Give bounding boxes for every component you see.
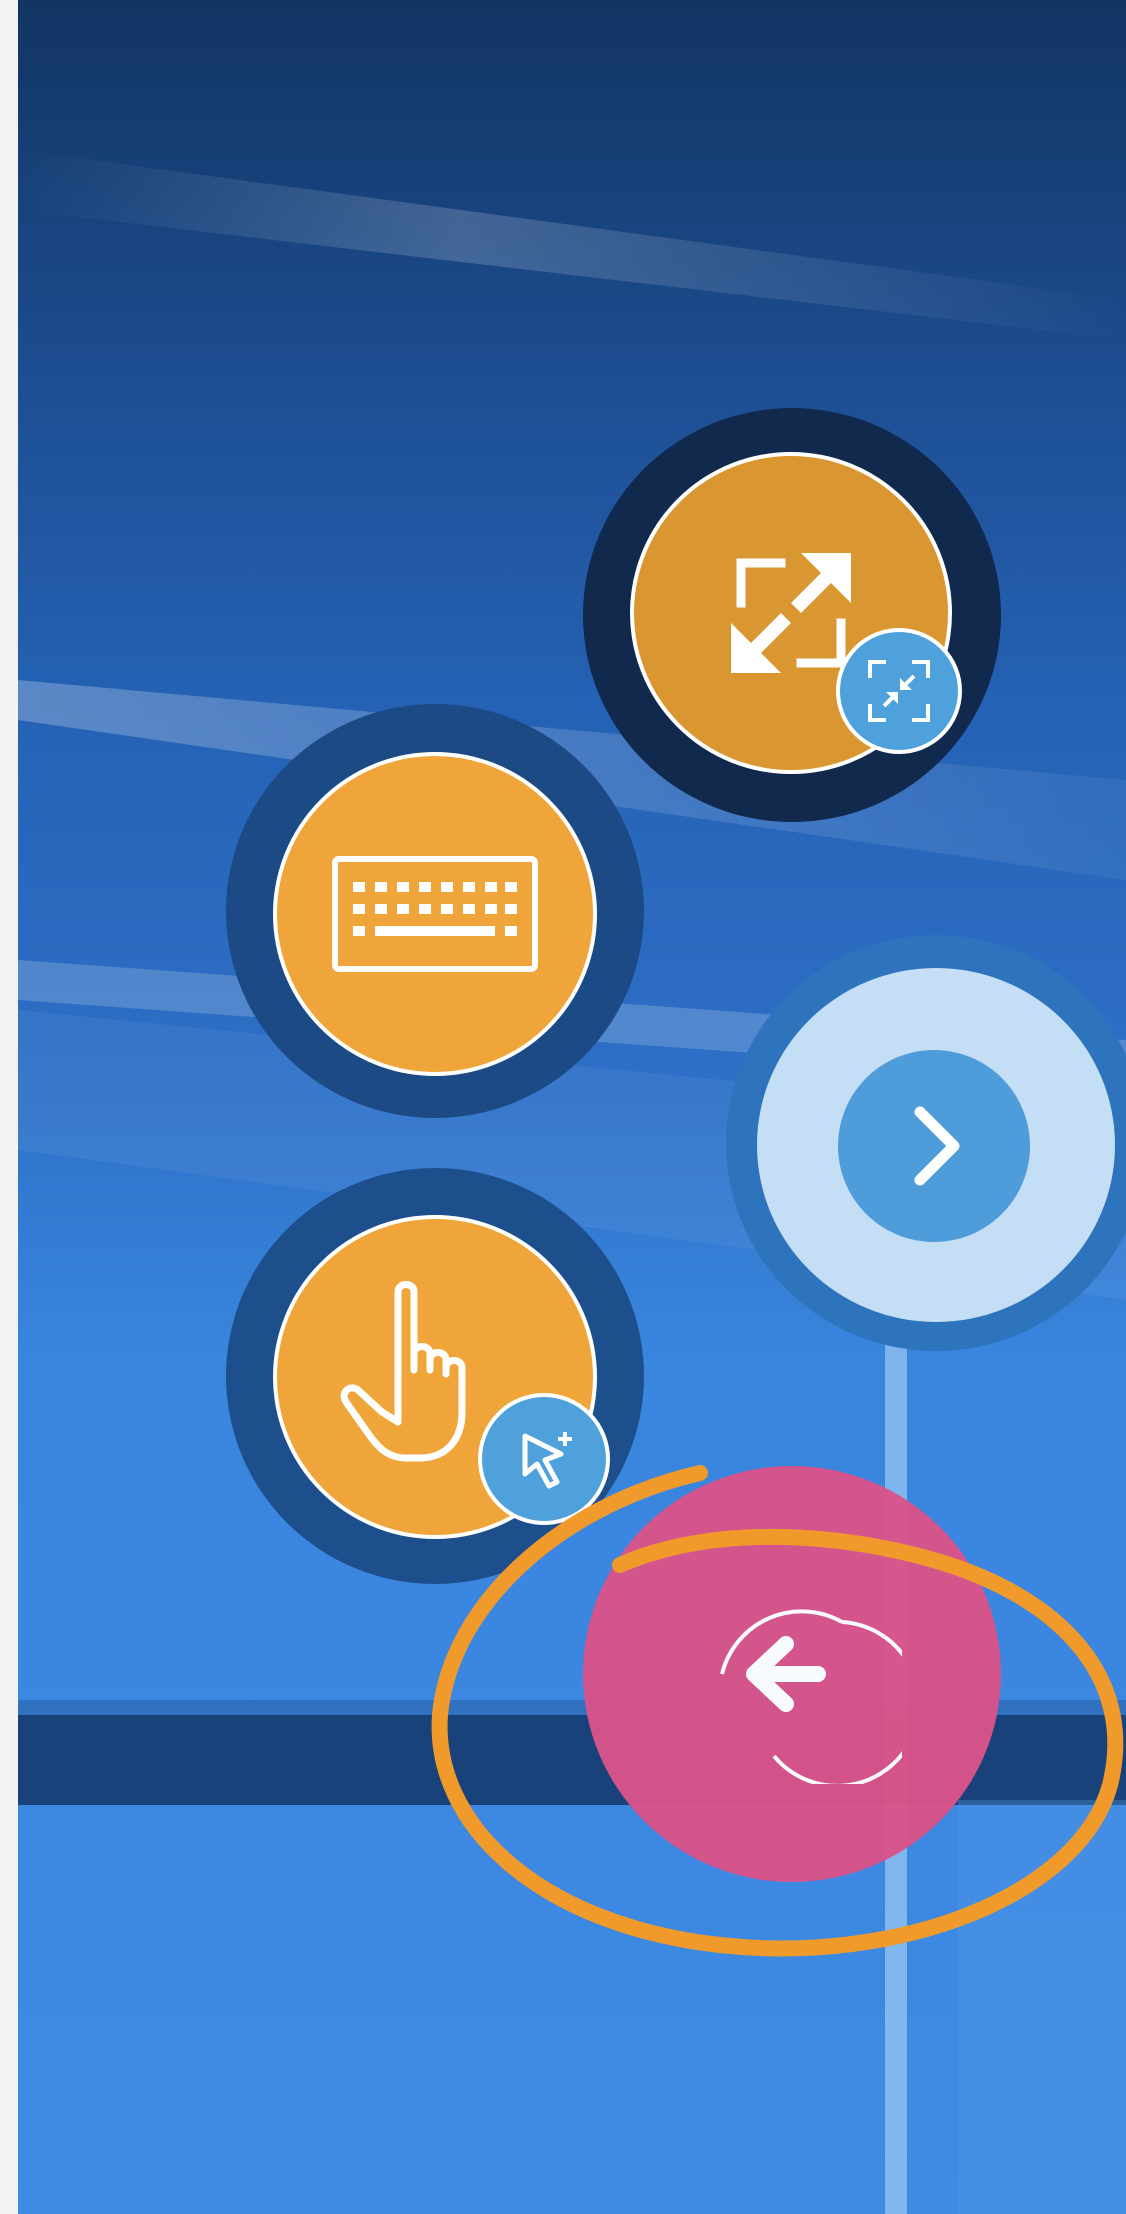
collapse-screen-badge: [836, 628, 962, 754]
exit-button[interactable]: [583, 1466, 1001, 1882]
mouse-cursor-icon: [522, 1432, 572, 1489]
collapse-screen-icon: [868, 660, 930, 722]
exit-arrow-icon: [720, 1609, 902, 1784]
left-edge-strip: [0, 0, 18, 2214]
expand-toolbar-button[interactable]: [838, 1050, 1030, 1242]
mouse-mode-badge: [478, 1393, 610, 1525]
keyboard-icon: [332, 856, 538, 972]
remote-desktop-screen: [0, 0, 1126, 2214]
chevron-right-icon: [914, 1106, 960, 1186]
keyboard-button[interactable]: [273, 752, 597, 1076]
